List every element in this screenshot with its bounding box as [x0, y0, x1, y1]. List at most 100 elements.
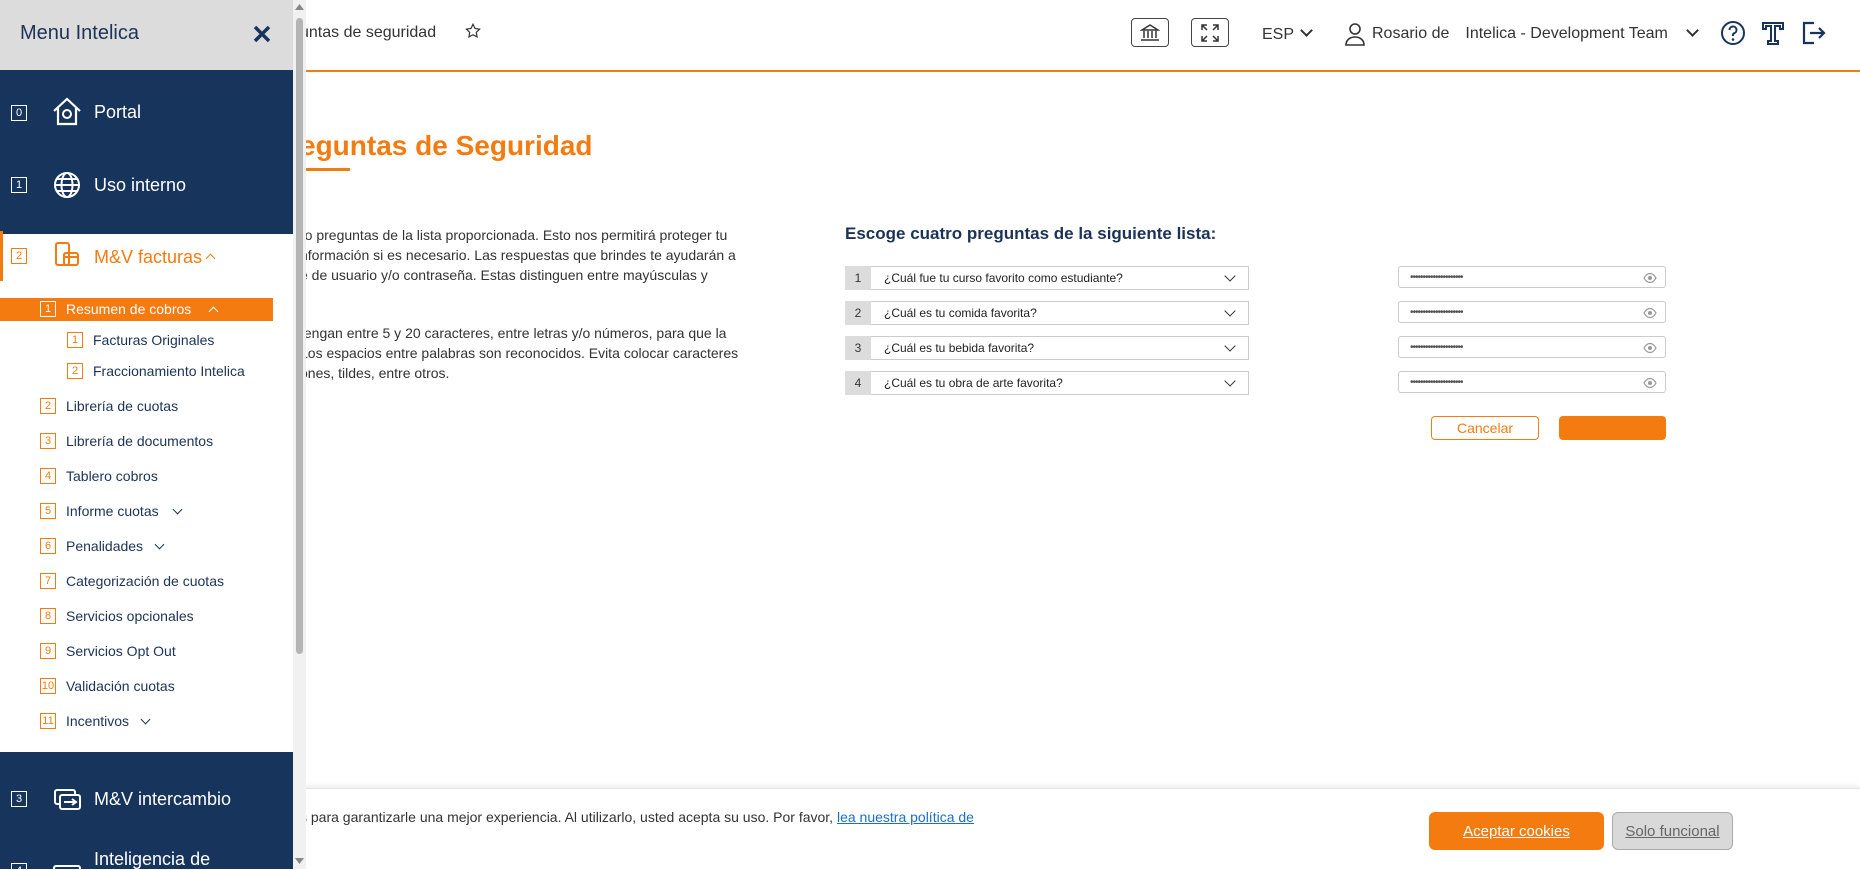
chevron-down-icon: [154, 539, 165, 550]
scrollbar-thumb[interactable]: [296, 18, 303, 654]
item-number: 2: [11, 248, 27, 264]
chevron-down-icon: [1224, 270, 1236, 282]
item-number: 5: [40, 503, 56, 519]
eye-icon[interactable]: [1643, 377, 1657, 389]
chevron-down-icon: [1224, 375, 1236, 387]
sidebar-title: Menu Intelica: [20, 22, 139, 44]
question-number: 2: [845, 301, 871, 325]
chevron-up-icon: [205, 253, 216, 264]
rules-paragraph: tengan entre 5 y 20 caracteres, entre le…: [300, 323, 785, 383]
active-indicator: [0, 231, 3, 281]
chevron-down-icon: [1224, 340, 1236, 352]
item-number: 10: [40, 678, 56, 694]
sidebar-item-label: M&V intercambio: [94, 789, 232, 809]
subitem-label: Validación cuotas: [66, 678, 175, 694]
cookie-message: s para garantizarle una mejor experienci…: [300, 809, 837, 825]
subitem-label: Fraccionamiento Intelica: [93, 363, 245, 379]
privacy-policy-link[interactable]: lea nuestra política de: [837, 809, 974, 825]
subitem-label: Librería de cuotas: [66, 398, 179, 414]
questions-heading: Escoge cuatro preguntas de la siguiente …: [845, 224, 1217, 243]
answer-input[interactable]: •••••••••••••••••••••: [1398, 371, 1666, 393]
eye-icon[interactable]: [1643, 342, 1657, 354]
subitem-label: Facturas Originales: [93, 332, 215, 348]
eye-icon[interactable]: [1643, 307, 1657, 319]
accept-cookies-button[interactable]: Aceptar cookies: [1429, 812, 1604, 850]
rules-line: tengan entre 5 y 20 caracteres, entre le…: [300, 325, 727, 341]
sidebar-item-label: M&V facturas: [94, 247, 203, 267]
functional-only-button[interactable]: Solo funcional: [1612, 812, 1733, 850]
question-select[interactable]: ¿Cuál fue tu curso favorito como estudia…: [871, 266, 1249, 290]
sidebar-item-portal[interactable]: 0 Portal: [0, 78, 293, 148]
exchange-icon: [54, 789, 81, 810]
item-number: 4: [40, 468, 56, 484]
team-name: Intelica - Development Team: [1465, 25, 1668, 42]
sidebar-item-label: Uso interno: [94, 175, 187, 195]
close-icon[interactable]: [252, 24, 272, 44]
question-row: 3 ¿Cuál es tu bebida favorita? •••••••••…: [845, 336, 1666, 360]
chevron-down-icon: [172, 504, 183, 515]
item-number: 3: [40, 433, 56, 449]
text-size-icon[interactable]: [1760, 20, 1786, 46]
chevron-down-icon: [1224, 305, 1236, 317]
phone-card-icon: [55, 242, 79, 266]
question-select[interactable]: ¿Cuál es tu obra de arte favorita?: [871, 371, 1249, 395]
sidebar-item-label: Portal: [94, 102, 142, 122]
help-icon[interactable]: [1720, 20, 1746, 46]
breadcrumb: untas de seguridad: [300, 24, 437, 41]
item-number: 6: [40, 538, 56, 554]
scroll-up-icon[interactable]: [295, 4, 304, 10]
sidebar-item-label: Inteligencia de: [94, 849, 211, 869]
sidebar-item-mv-facturas[interactable]: 2 M&V facturas: [0, 222, 293, 292]
rules-line: ones, tildes, entre otros.: [300, 365, 450, 381]
sidebar-header: Menu Intelica: [0, 0, 293, 70]
subitem-label: Informe cuotas: [66, 503, 159, 519]
subitem-label: Servicios Opt Out: [66, 643, 176, 659]
intro-line: e de usuario y/o contraseña. Estas disti…: [300, 267, 708, 283]
intro-line: ro preguntas de la lista proporcionada. …: [300, 227, 728, 243]
subitem-label: Librería de documentos: [66, 433, 214, 449]
item-number: 9: [40, 643, 56, 659]
subitem-label: Servicios opcionales: [66, 608, 194, 624]
sidebar-scrollbar[interactable]: [293, 0, 306, 869]
fullscreen-button[interactable]: [1191, 18, 1229, 47]
sidebar-menu: Menu Intelica 0 Portal 1 Uso interno 2 M…: [0, 0, 293, 869]
logout-icon[interactable]: [1800, 20, 1826, 46]
eye-icon[interactable]: [1643, 272, 1657, 284]
fullscreen-icon: [1201, 23, 1219, 42]
bank-icon: [1140, 23, 1160, 41]
answer-input[interactable]: •••••••••••••••••••••: [1398, 266, 1666, 288]
cancel-button[interactable]: Cancelar: [1431, 416, 1539, 440]
page-title: eguntas de Seguridad: [300, 130, 593, 161]
item-number: 8: [40, 608, 56, 624]
user-icon: [1345, 23, 1365, 46]
bank-button[interactable]: [1131, 18, 1169, 47]
question-select[interactable]: ¿Cuál es tu bebida favorita?: [871, 336, 1249, 360]
question-text: ¿Cuál es tu bebida favorita?: [884, 341, 1035, 355]
sidebar-item-mv-intercambio[interactable]: 3 M&V intercambio: [0, 764, 293, 834]
scroll-down-icon[interactable]: [295, 858, 304, 864]
sidebar-item-inteligencia[interactable]: 4 Inteligencia de: [0, 834, 293, 869]
question-text: ¿Cuál es tu comida favorita?: [884, 306, 1037, 320]
item-number: 1: [40, 301, 56, 317]
rules-line: Los espacios entre palabras son reconoci…: [300, 345, 739, 361]
question-row: 4 ¿Cuál es tu obra de arte favorita? •••…: [845, 371, 1666, 395]
item-number: 4: [11, 863, 27, 869]
subitem-label: Tablero cobros: [66, 468, 158, 484]
language-selector[interactable]: ESP: [1262, 24, 1313, 44]
answer-input[interactable]: •••••••••••••••••••••: [1398, 336, 1666, 358]
chevron-down-icon: [1300, 24, 1313, 37]
item-number: 2: [67, 363, 83, 379]
answer-value: •••••••••••••••••••••: [1410, 272, 1464, 283]
question-row: 1 ¿Cuál fue tu curso favorito como estud…: [845, 266, 1666, 290]
question-select[interactable]: ¿Cuál es tu comida favorita?: [871, 301, 1249, 325]
item-number: 1: [67, 332, 83, 348]
chevron-down-icon: [140, 714, 151, 725]
save-button[interactable]: [1559, 416, 1666, 440]
star-icon[interactable]: [464, 22, 482, 40]
user-menu[interactable]: Rosario de Intelica - Development Team: [1344, 22, 1699, 46]
answer-value: •••••••••••••••••••••: [1410, 307, 1464, 318]
subitem-label: Categorización de cuotas: [66, 573, 224, 589]
sidebar-item-uso-interno[interactable]: 1 Uso interno: [0, 150, 293, 220]
subitem-label: Resumen de cobros: [66, 301, 192, 317]
answer-input[interactable]: •••••••••••••••••••••: [1398, 301, 1666, 323]
